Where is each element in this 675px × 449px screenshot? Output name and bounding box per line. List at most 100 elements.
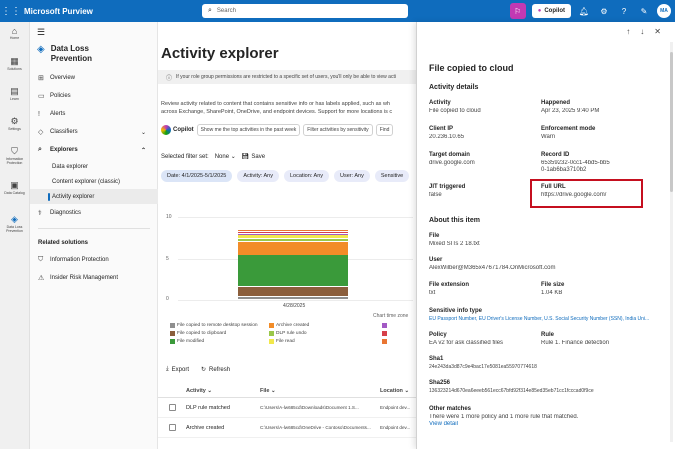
copilot-label: Copilot [161,125,194,135]
cell-activity: Archive created [186,424,225,431]
field-value[interactable]: EU Passport Number, EU Driver's License … [429,316,663,323]
nav-activity-explorer[interactable]: Activity explorer [30,189,158,204]
export-button[interactable]: ⤓ Export [166,366,189,373]
rail-label: Home [9,36,20,40]
filter-set-dropdown[interactable]: None ⌄ [215,153,236,160]
field-other-matches: Other matches There were 1 more policy an… [429,406,663,428]
hamburger-icon[interactable]: ☰ [37,27,45,38]
legend-item[interactable] [382,323,387,328]
copilot-button[interactable]: ● Copilot [531,4,571,18]
bar-segment[interactable] [238,238,348,242]
cell-activity: DLP rule matched [186,404,230,411]
arrow-down-icon[interactable]: ↓ [640,27,644,36]
filter-pills: Date: 4/1/2025-5/1/2025 Activity: Any Lo… [161,170,410,182]
copilot-chip[interactable]: Filter activities by sensitivity [303,124,373,136]
bell-icon[interactable]: 🔔︎ [577,7,591,16]
rail-solutions[interactable]: ▦ Solutions [0,56,29,82]
search-box[interactable]: ⌕ Search [202,4,408,18]
nav-diagnostics[interactable]: ⚕ Diagnostics [30,204,158,222]
arrow-up-icon[interactable]: ↑ [626,27,630,36]
row-checkbox[interactable] [168,404,176,411]
close-icon[interactable]: ✕ [654,27,661,36]
legend-item[interactable] [382,339,387,344]
field-policy: Policy EA v2 for ask classified files [429,332,541,347]
rail-label: Learn [10,97,19,101]
field-file-extension: File extension txt [429,282,541,297]
app-launcher-icon[interactable]: ⋮⋮ [0,0,22,22]
related-solutions-heading: Related solutions [38,240,89,246]
nav-label: Information Protection [50,257,109,263]
nav-policies[interactable]: ▭ Policies [30,87,158,105]
table-row[interactable]: Archive created C:\Users\A-lw685cd\OneDr… [158,418,416,438]
download-icon: ⤓ [166,366,169,372]
filter-activity[interactable]: Activity: Any [237,170,279,182]
y-tick-label: 5 [166,256,169,262]
copilot-sidebar-icon[interactable]: ⚐ [509,3,526,19]
column-header-file[interactable]: File ⌄ [260,388,380,394]
field-value: false [429,192,442,198]
rail-settings[interactable]: ⚙ Settings [0,116,29,142]
column-header-location[interactable]: Location ⌄ [380,388,416,394]
filter-location[interactable]: Location: Any [283,170,330,182]
field-label: Client IP [429,126,454,132]
bar-segment[interactable] [238,233,348,235]
nav-insider-risk[interactable]: ⚠ Insider Risk Management [30,269,158,287]
rail-home[interactable]: ⌂ Home [0,26,29,52]
bar-segment[interactable] [238,286,348,297]
filter-user[interactable]: User: Any [334,170,370,182]
rail-data-loss-prevention[interactable]: ◈ Data Loss Prevention [0,214,29,244]
bar-segment[interactable] [238,296,348,300]
bar-segment[interactable] [238,230,348,232]
legend-item[interactable]: File copied to remote desktop session [170,323,258,328]
column-header-activity[interactable]: Activity ⌄ [186,388,260,394]
nav-classifiers[interactable]: ◇ Classifiers ⌄ [30,123,158,141]
copilot-chip[interactable]: Show me the top activities in the past w… [196,124,301,136]
view-detail-link[interactable]: View detail [429,421,663,428]
field-value: 65359232-0cc1-4bd5-bb50-1ab6ba3710b2 [541,160,610,173]
field-sha256: Sha256 136323214d670ea6eeeb561ecc67bfd92f… [429,380,663,395]
legend-item[interactable]: File copied to clipboard [170,331,226,336]
rail-data-catalog[interactable]: ▣ Data Catalog [0,180,29,210]
nav-overview[interactable]: ⊞ Overview [30,69,158,87]
panel-scrollbar[interactable] [670,42,673,442]
table-row[interactable]: DLP rule matched C:\Users\A-lw685cd\Down… [158,398,416,418]
bar-segment[interactable] [238,231,348,234]
page-description: Review activity related to content that … [161,100,416,116]
legend-item[interactable]: File read [269,339,295,344]
field-value: drive.google.com [429,160,475,166]
help-icon[interactable]: ? [617,7,631,16]
nav-heading: ◈ Data Loss Prevention [37,44,131,64]
bar-segment[interactable] [238,241,348,255]
field-activity: Activity File copied to cloud [429,100,541,115]
legend-item[interactable] [382,331,387,336]
nav-explorers[interactable]: ⌕ Explorers ⌃ [30,141,158,159]
rail-learn[interactable]: ▤ Learn [0,86,29,112]
filter-sensitive[interactable]: Sensitive [374,170,410,182]
legend-item[interactable]: File modified [170,339,204,344]
brand-title[interactable]: Microsoft Purview [24,7,93,16]
copilot-chip[interactable]: Find [375,124,394,136]
scrollbar-thumb[interactable] [670,52,673,192]
save-button[interactable]: 💾︎ Save [242,153,265,161]
row-checkbox[interactable] [168,424,176,431]
nav-alerts[interactable]: ! Alerts [30,105,158,123]
rail-information-protection[interactable]: ⛉ Information Protection [0,146,29,176]
bar-segment[interactable] [238,235,348,239]
top-bar: ⋮⋮ Microsoft Purview ⌕ Search ⚐ ● Copilo… [0,0,675,22]
avatar[interactable]: MA [657,4,671,18]
nav-information-protection[interactable]: ⛉ Information Protection [30,251,158,269]
refresh-button[interactable]: ↻ Refresh [201,366,230,374]
field-sensitive-info-type: Sensitive info type EU Passport Number, E… [429,308,663,323]
nav-data-explorer[interactable]: Data explorer [30,159,158,174]
chevron-down-icon: ⌄ [230,154,236,160]
gear-icon[interactable]: ⚙ [597,7,611,16]
field-happened: Happened Apr 23, 2025 9:40 PM [541,100,653,115]
nav-content-explorer[interactable]: Content explorer (classic) [30,174,158,189]
legend-item[interactable]: DLP rule undo [269,331,307,336]
filter-date[interactable]: Date: 4/1/2025-5/1/2025 [161,170,233,182]
diagnostics-icon: ⚕ [38,210,42,217]
legend-item[interactable]: Archive created [269,323,309,328]
bar-segment[interactable] [238,255,348,287]
field-file-size: File size 1.04 KB [541,282,653,297]
feedback-icon[interactable]: ✎ [637,7,651,16]
